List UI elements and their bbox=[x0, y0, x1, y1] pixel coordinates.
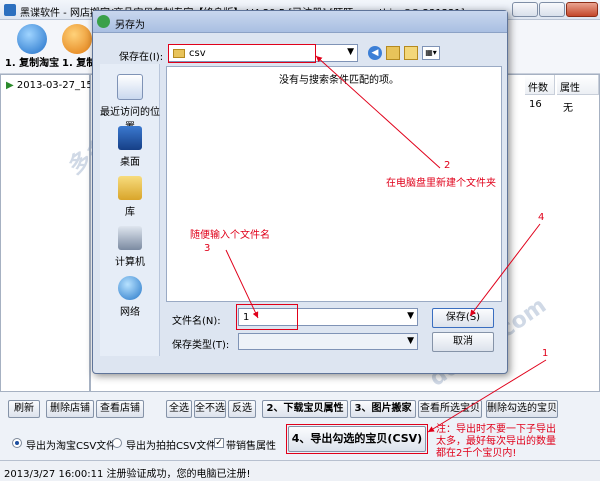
arrow-1 bbox=[427, 359, 547, 433]
annotation-number-4: 4 bbox=[538, 212, 545, 223]
annotation-number-2: 2 bbox=[444, 160, 451, 171]
annotation-number-3: 3 bbox=[204, 243, 211, 254]
annotation-text-2: 在电脑盘里新建个文件夹 bbox=[386, 178, 496, 189]
annotation-number-1: 1 bbox=[542, 348, 549, 359]
annotation-text-3: 随便输入个文件名 bbox=[190, 230, 270, 241]
annotation-note: 注：导出时不要一下子导出太多，最好每次导出的数量都在2千个宝贝内! bbox=[436, 424, 556, 459]
annotation-arrows bbox=[225, 55, 547, 433]
arrow-3 bbox=[225, 249, 259, 319]
arrow-2 bbox=[315, 55, 441, 169]
arrow-4 bbox=[469, 223, 541, 317]
